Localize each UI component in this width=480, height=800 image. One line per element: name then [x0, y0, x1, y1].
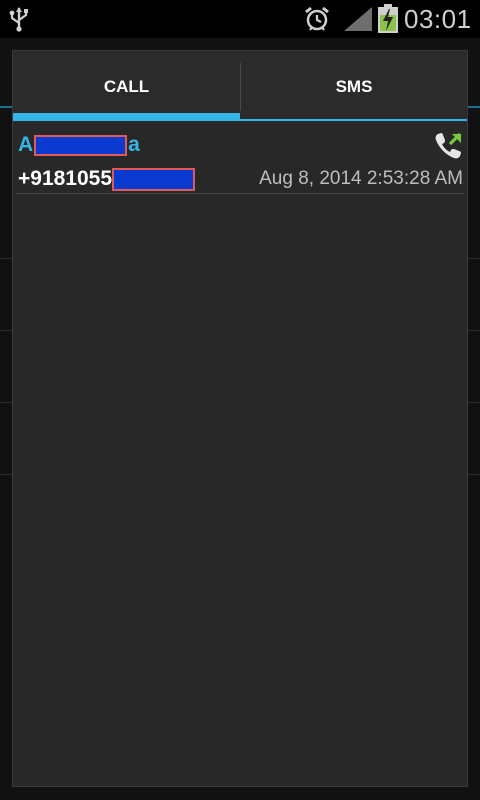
tab-call-label: CALL — [103, 77, 150, 96]
alarm-icon — [305, 6, 329, 31]
call-datetime: Aug 8, 2014 2:53:28 AM — [259, 168, 463, 189]
usb-icon — [9, 7, 28, 32]
phone-number: +9181055 — [18, 167, 196, 191]
tab-underline — [240, 119, 467, 121]
status-time: 03:01 — [404, 4, 472, 34]
signal-icon — [344, 7, 372, 31]
redaction-box — [34, 134, 128, 156]
tab-bar: CALL SMS — [13, 51, 467, 123]
call-log-dialog: CALL SMS A a +9181055 Aug 8, 2014 2:53:2… — [12, 50, 468, 787]
tab-sms[interactable]: SMS — [241, 51, 467, 123]
tab-sms-label: SMS — [335, 77, 373, 96]
battery-charging-icon — [378, 4, 398, 33]
selected-tab-indicator — [13, 113, 240, 121]
screen: 03:01 CALL SMS A a +9181055 Aug 8, 2014 … — [0, 0, 480, 800]
list-item[interactable]: A a +9181055 Aug 8, 2014 2:53:28 AM — [13, 123, 467, 195]
contact-name-prefix: A — [18, 133, 34, 156]
list-divider — [16, 193, 464, 194]
redaction-box — [112, 167, 196, 191]
status-bar: 03:01 — [0, 0, 480, 38]
phone-number-prefix: +9181055 — [18, 167, 113, 190]
contact-name-suffix: a — [128, 133, 140, 156]
contact-name: A a — [18, 133, 140, 157]
outgoing-call-icon — [435, 132, 462, 159]
